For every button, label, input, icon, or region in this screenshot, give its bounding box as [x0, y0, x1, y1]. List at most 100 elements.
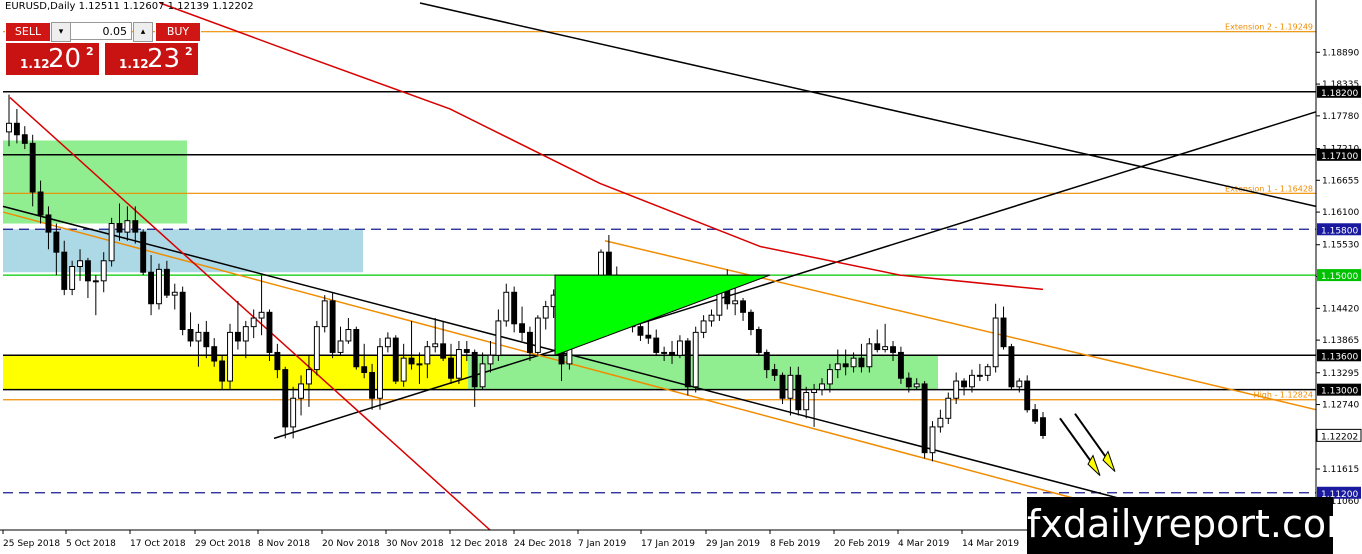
price-badge-label: 1.18200 — [1321, 89, 1358, 99]
candle — [984, 363, 991, 382]
candle-body — [84, 260, 91, 282]
price-tick-label: 1.16655 — [1322, 176, 1359, 186]
candle — [108, 217, 115, 267]
candle-body — [432, 343, 439, 348]
candle — [290, 386, 297, 439]
candle-body — [1040, 417, 1046, 436]
candle — [676, 335, 683, 359]
candle — [455, 340, 462, 384]
candle-body — [661, 351, 668, 354]
candle-body — [850, 357, 857, 368]
candle-body — [463, 349, 470, 353]
candle — [882, 323, 889, 353]
candle-body — [921, 383, 928, 454]
watermark: fxdailyreport.com — [1027, 497, 1362, 554]
time-tick-label: 12 Dec 2018 — [450, 539, 508, 549]
candle-body — [732, 300, 739, 305]
sell-price[interactable]: 1.12 20 2 — [5, 42, 100, 76]
candle-body — [116, 223, 123, 233]
candle-body — [779, 374, 786, 399]
candle — [384, 332, 391, 353]
candle — [84, 257, 91, 299]
candle — [321, 295, 328, 333]
candle-body — [819, 383, 825, 391]
candle-body — [1024, 380, 1031, 411]
time-tick-label: 7 Jan 2019 — [578, 539, 626, 549]
candle-body — [211, 346, 218, 362]
candle-body — [290, 397, 297, 428]
candle-body — [21, 134, 28, 144]
time-tick-label: 5 Oct 2018 — [66, 539, 116, 549]
candle-body — [361, 366, 368, 373]
candle-body — [495, 320, 502, 356]
candle-body — [305, 369, 312, 385]
sell-button[interactable]: SELL — [5, 22, 51, 42]
price-chart[interactable]: Extension 2 - 1.19249Extension 1 - 1.164… — [0, 0, 1362, 554]
candle — [755, 326, 762, 356]
candle — [645, 320, 652, 344]
candle — [929, 421, 936, 462]
candle-body — [440, 343, 447, 359]
candle-body — [669, 351, 675, 356]
candle — [961, 378, 968, 396]
candle — [187, 312, 194, 347]
candle-body — [890, 346, 896, 353]
candle — [700, 315, 707, 339]
candle-body — [771, 369, 778, 376]
candle-body — [29, 142, 36, 193]
candle-body — [250, 317, 257, 328]
candle-body — [345, 329, 352, 342]
candle-body — [542, 306, 549, 319]
candle — [748, 309, 754, 336]
candle-body — [487, 354, 494, 365]
price-tick-label: 1.13865 — [1322, 336, 1359, 346]
time-tick-label: 8 Feb 2019 — [770, 539, 821, 549]
candle-body — [748, 311, 754, 331]
candle-body — [258, 311, 265, 319]
candle-body — [6, 122, 12, 133]
lot-up-icon[interactable]: ▴ — [133, 22, 153, 42]
candle-body — [187, 329, 194, 342]
candle — [313, 320, 320, 376]
candle-body — [227, 331, 233, 382]
candle-body — [708, 314, 715, 322]
price-badge-label: 1.17100 — [1321, 152, 1358, 162]
candle-body — [1016, 380, 1023, 388]
candle-body — [377, 346, 383, 399]
candle — [811, 383, 818, 427]
buy-button[interactable]: BUY — [155, 22, 201, 42]
candle — [234, 300, 241, 350]
candle-body — [969, 374, 975, 388]
time-tick-label: 17 Oct 2018 — [130, 539, 186, 549]
time-tick-label: 14 Mar 2019 — [962, 539, 1019, 549]
buy-price[interactable]: 1.12 23 2 — [104, 42, 199, 76]
candle — [945, 392, 952, 425]
candle — [179, 286, 186, 336]
price-badge-label: 1.12202 — [1321, 432, 1358, 442]
candle-body — [763, 351, 770, 371]
candle-body — [100, 260, 107, 282]
time-tick-label: 24 Dec 2018 — [514, 539, 572, 549]
candle — [874, 329, 881, 353]
candle-body — [511, 291, 518, 325]
candle-body — [1000, 317, 1007, 348]
lot-down-icon[interactable]: ▾ — [51, 22, 71, 42]
candle — [227, 323, 233, 390]
lot-size-input[interactable]: 0.05 — [70, 22, 132, 40]
candle-body — [976, 374, 983, 377]
candle — [937, 409, 944, 433]
candle-body — [826, 369, 833, 385]
candle-body — [274, 351, 281, 371]
candle-body — [124, 220, 131, 233]
price-tick-label: 1.14420 — [1322, 304, 1359, 314]
price-tick-label: 1.13295 — [1322, 369, 1359, 379]
candle — [203, 320, 210, 359]
candle-body — [61, 251, 68, 290]
candle-body — [913, 383, 920, 388]
price-badge-label: 1.15000 — [1321, 272, 1358, 282]
candle — [684, 338, 691, 396]
candle-body — [866, 343, 873, 368]
candle-body — [148, 271, 155, 305]
candle-body — [795, 374, 802, 411]
price-badge-label: 1.13600 — [1321, 352, 1358, 362]
